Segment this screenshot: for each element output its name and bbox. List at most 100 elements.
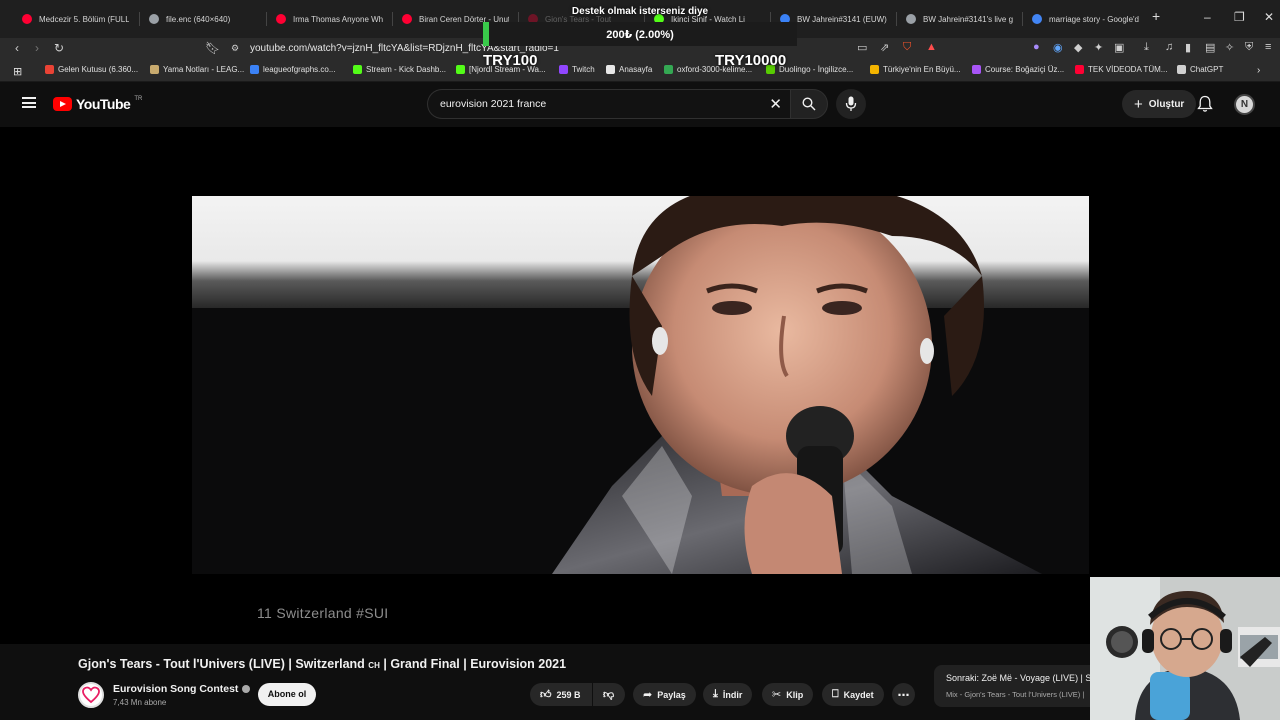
video-caption-text: 11 Switzerland #SUI: [257, 605, 389, 621]
search-icon: [802, 97, 816, 111]
clear-search-icon[interactable]: ✕: [769, 95, 782, 113]
bookmark-favicon-icon: [456, 65, 465, 74]
bookmark-favicon-icon: [870, 65, 879, 74]
webcam-overlay: [1090, 577, 1280, 720]
bookmark-label: Duolingo - İngilizce...: [779, 65, 854, 74]
sidebar-icon[interactable]: ▮: [1185, 41, 1191, 54]
tab-title: marriage story - Google'd: [1049, 14, 1139, 24]
extension-icon[interactable]: ●: [1033, 41, 1040, 53]
bookmark-label: ChatGPT: [1190, 65, 1224, 74]
webcam-image: [1090, 577, 1280, 720]
plus-icon: +: [1134, 95, 1143, 113]
bookmark-item[interactable]: TEK VİDEODA TÜM...: [1075, 65, 1167, 74]
clip-button[interactable]: ✂ Klip: [762, 683, 814, 706]
video-title-flag: CH: [368, 661, 380, 670]
bookmark-item[interactable]: Türkiye'nin En Büyü...: [870, 65, 961, 74]
rewards-icon[interactable]: ▲: [926, 41, 937, 53]
channel-name-text: Eurovision Song Contest: [113, 683, 239, 695]
browser-tab[interactable]: marriage story - Google'd: [1024, 6, 1148, 32]
save-button[interactable]: ⎕ Kaydet: [822, 683, 884, 706]
site-info-icon[interactable]: ⚙︎: [231, 43, 239, 54]
browser-tab[interactable]: BW Jahrein#3141's live ga: [898, 6, 1022, 32]
tab-title: BW Jahrein#3141's live ga: [923, 14, 1013, 24]
tab-favicon-icon: [402, 14, 412, 24]
screen-icon[interactable]: ▭: [857, 41, 867, 54]
video-title-rest: | Grand Final | Eurovision 2021: [383, 657, 567, 671]
create-label: Oluştur: [1148, 98, 1185, 110]
share-page-icon[interactable]: ⇗: [880, 41, 889, 54]
extension-2-icon[interactable]: ◉: [1053, 41, 1063, 54]
brave-shield-icon[interactable]: ⛉: [903, 41, 911, 54]
account-avatar[interactable]: N: [1234, 94, 1255, 115]
video-player[interactable]: [0, 127, 1280, 644]
bookmark-item[interactable]: Stream - Kick Dashb...: [353, 65, 446, 74]
more-bookmarks-icon[interactable]: ›: [1257, 65, 1260, 76]
download-icon[interactable]: ⤓: [1144, 41, 1149, 54]
leo-icon[interactable]: ✧: [1225, 41, 1234, 54]
back-icon[interactable]: ‹: [15, 41, 19, 55]
like-button[interactable]: 👍︎ 259 B: [530, 683, 592, 706]
download-button[interactable]: ⤓ İndir: [703, 683, 753, 706]
restore-icon[interactable]: ❐: [1234, 10, 1245, 24]
bookmark-favicon-icon: [353, 65, 362, 74]
channel-name[interactable]: Eurovision Song Contest: [113, 683, 251, 695]
extension-4-icon[interactable]: ▣: [1114, 41, 1124, 54]
share-button[interactable]: ➦ Paylaş: [633, 683, 696, 706]
dislike-button[interactable]: 👎︎: [593, 683, 625, 706]
bookmark-label: Twitch: [572, 65, 595, 74]
extensions-icon[interactable]: ✦: [1094, 41, 1103, 54]
bookmark-item[interactable]: Twitch: [559, 65, 595, 74]
tab-title: file.enc (640×640): [166, 14, 231, 24]
bookmark-item[interactable]: Course: Boğaziçi Üz...: [972, 65, 1064, 74]
bookmark-favicon-icon: [250, 65, 259, 74]
voice-search-button[interactable]: [836, 89, 866, 119]
notifications-bell-icon[interactable]: [1197, 95, 1213, 113]
tab-title: Irma Thomas Anyone Who: [293, 14, 383, 24]
browser-tab[interactable]: Medcezir 5. Bölüm (FULL H: [14, 6, 138, 32]
search-box[interactable]: eurovision 2021 france ✕: [427, 89, 790, 119]
media-icon[interactable]: ♫: [1165, 41, 1173, 53]
hamburger-menu-icon[interactable]: [22, 97, 36, 108]
up-next-card[interactable]: Sonraki: Zoë Më - Voyage (LIVE) | S Mix …: [934, 665, 1094, 707]
bookmark-label: Anasayfa: [619, 65, 653, 74]
bookmark-item[interactable]: Yama Notları - LEAG...: [150, 65, 244, 74]
tab-favicon-icon: [906, 14, 916, 24]
youtube-header: YouTube TR eurovision 2021 france ✕ + Ol…: [0, 83, 1280, 127]
bookmark-item[interactable]: leagueofgraphs.co...: [250, 65, 336, 74]
vpn-icon[interactable]: ⛨: [1245, 41, 1253, 54]
reload-icon[interactable]: ↻: [54, 41, 64, 55]
youtube-logo[interactable]: YouTube TR: [53, 96, 142, 112]
browser-tab[interactable]: file.enc (640×640): [141, 6, 265, 32]
forward-icon[interactable]: ›: [35, 41, 39, 55]
more-actions-button[interactable]: ⋯: [892, 683, 915, 706]
up-next-title: Sonraki: Zoë Më - Voyage (LIVE) | S: [946, 673, 1092, 683]
new-tab-button[interactable]: +: [1152, 8, 1160, 24]
subscribe-button[interactable]: Abone ol: [258, 683, 316, 706]
bookmark-favicon-icon: [150, 65, 159, 74]
more-dots-icon: ⋯: [897, 687, 910, 702]
tab-favicon-icon: [276, 14, 286, 24]
bookmark-icon[interactable]: 🔖︎: [205, 41, 220, 55]
wallet-icon[interactable]: ▤: [1205, 41, 1215, 54]
browser-tab[interactable]: Irma Thomas Anyone Who: [268, 6, 392, 32]
channel-avatar[interactable]: [78, 682, 104, 708]
share-label: Paylaş: [657, 689, 686, 700]
bookmark-item[interactable]: Gelen Kutusu (6.360...: [45, 65, 138, 74]
close-window-icon[interactable]: ✕: [1264, 10, 1274, 24]
save-bookmark-icon: ⎕: [832, 688, 839, 700]
apps-grid-icon[interactable]: ⊞: [13, 65, 22, 78]
bookmark-favicon-icon: [664, 65, 673, 74]
create-button[interactable]: + Oluştur: [1122, 90, 1197, 118]
menu-icon-browser[interactable]: ≡: [1265, 41, 1271, 53]
heart-logo-icon: [82, 686, 100, 704]
minimize-icon[interactable]: –: [1204, 10, 1211, 24]
video-frame[interactable]: [192, 196, 1089, 574]
save-label: Kaydet: [843, 689, 874, 700]
extension-3-icon[interactable]: ◆: [1074, 41, 1082, 54]
search-button[interactable]: [790, 89, 828, 119]
bookmark-item[interactable]: Anasayfa: [606, 65, 652, 74]
thumbs-down-icon: 👎︎: [603, 689, 615, 701]
search-input[interactable]: eurovision 2021 france: [440, 98, 546, 110]
bookmark-item[interactable]: ChatGPT: [1177, 65, 1223, 74]
bookmark-label: Türkiye'nin En Büyü...: [883, 65, 961, 74]
